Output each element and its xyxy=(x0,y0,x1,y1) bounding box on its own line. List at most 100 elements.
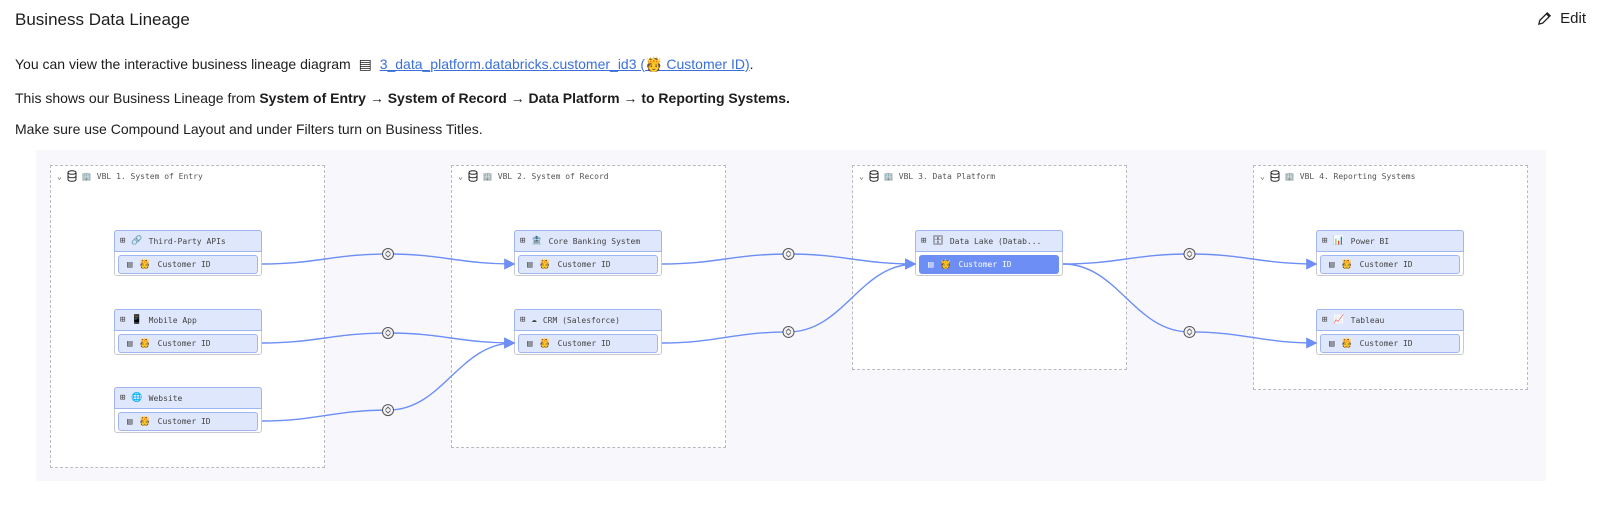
customer-id-icon: 🫅 xyxy=(645,56,663,72)
column-row[interactable]: ▤ 🫅 Customer ID xyxy=(518,334,658,353)
column-icon: ▤ xyxy=(127,416,133,427)
column-label: Customer ID xyxy=(958,260,1012,269)
column-label: Customer ID xyxy=(157,339,211,348)
column-row[interactable]: ▤ 🫅 Customer ID xyxy=(118,412,258,431)
chevron-down-icon[interactable]: ⌄ xyxy=(57,172,62,181)
intro-line-3: Make sure use Compound Layout and under … xyxy=(15,121,483,137)
column-row[interactable]: ▤ 🫅 Customer ID xyxy=(118,334,258,353)
column-label: Customer ID xyxy=(157,260,211,269)
edge-handle-icon[interactable] xyxy=(1183,325,1196,338)
system-icon: 🏦 xyxy=(531,236,543,246)
customer-id-icon: 🫅 xyxy=(940,259,952,270)
system-icon: 🌐 xyxy=(131,393,143,403)
pencil-icon xyxy=(1538,11,1552,26)
intro-text: You can view the interactive business li… xyxy=(15,56,351,72)
group-header[interactable]: ⌄ 🏢 VBL 4. Reporting Systems xyxy=(1260,170,1415,182)
node-header[interactable]: ⊞ ☁ CRM (Salesforce) xyxy=(514,309,662,331)
lineage-link-suffix: Customer ID) xyxy=(662,56,750,72)
group-header[interactable]: ⌄ 🏢 VBL 1. System of Entry xyxy=(57,170,203,182)
system-icon: 🗄 xyxy=(932,236,944,246)
group-container[interactable]: ⌄ 🏢 VBL 2. System of Record xyxy=(451,165,726,448)
building-icon: 🏢 xyxy=(1284,171,1295,181)
node-header[interactable]: ⊞ 🌐 Website xyxy=(114,387,262,409)
node-title: Power BI xyxy=(1350,236,1390,246)
group-header[interactable]: ⌄ 🏢 VBL 3. Data Platform xyxy=(859,170,995,182)
database-icon xyxy=(1270,170,1280,182)
group-label: VBL 1. System of Entry xyxy=(96,171,203,181)
column-label: Customer ID xyxy=(557,339,611,348)
node-header[interactable]: ⊞ 🏦 Core Banking System xyxy=(514,230,662,252)
table-icon: ⊞ xyxy=(120,315,126,325)
intro-text-2: This shows our Business Lineage from xyxy=(15,90,260,106)
column-icon: ▤ xyxy=(1329,338,1335,349)
node-header[interactable]: ⊞ 🗄 Data Lake (Datab... xyxy=(915,230,1063,252)
column-row[interactable]: ▤ 🫅 Customer ID xyxy=(1320,334,1460,353)
system-icon: ☁ xyxy=(531,315,537,325)
lineage-canvas[interactable]: ⌄ 🏢 VBL 1. System of Entry ⌄ 🏢 VBL 2. System … xyxy=(36,150,1546,481)
node-header[interactable]: ⊞ 📊 Power BI xyxy=(1316,230,1464,252)
customer-id-icon: 🫅 xyxy=(1341,259,1353,270)
node-title: Website xyxy=(148,393,183,403)
chevron-down-icon[interactable]: ⌄ xyxy=(1260,172,1265,181)
table-node[interactable]: ⊞ 🔗 Third-Party APIs ▤ 🫅 Customer ID xyxy=(114,230,262,276)
page-title: Business Data Lineage xyxy=(15,10,190,29)
column-label: Customer ID xyxy=(1359,339,1413,348)
column-icon: ▤ xyxy=(928,259,934,270)
column-label: Customer ID xyxy=(557,260,611,269)
lineage-path: System of Entry → System of Record → Dat… xyxy=(259,90,790,106)
column-icon: ▤ xyxy=(358,56,372,72)
column-icon: ▤ xyxy=(127,338,133,349)
group-header[interactable]: ⌄ 🏢 VBL 2. System of Record xyxy=(458,170,609,182)
chevron-down-icon[interactable]: ⌄ xyxy=(859,172,864,181)
column-row[interactable]: ▤ 🫅 Customer ID xyxy=(118,255,258,274)
edge-handle-icon[interactable] xyxy=(782,248,795,260)
table-node[interactable]: ⊞ 🌐 Website ▤ 🫅 Customer ID xyxy=(114,387,262,433)
customer-id-icon: 🫅 xyxy=(139,416,151,427)
column-icon: ▤ xyxy=(1329,259,1335,270)
column-icon: ▤ xyxy=(527,338,533,349)
node-title: Data Lake (Datab... xyxy=(949,236,1042,246)
intro-line-1: You can view the interactive business li… xyxy=(15,56,754,73)
customer-id-icon: 🫅 xyxy=(539,259,551,270)
table-node[interactable]: ⊞ 📱 Mobile App ▤ 🫅 Customer ID xyxy=(114,309,262,355)
column-row[interactable]: ▤ 🫅 Customer ID xyxy=(919,255,1059,274)
table-icon: ⊞ xyxy=(921,236,927,246)
customer-id-icon: 🫅 xyxy=(1341,338,1353,349)
column-row[interactable]: ▤ 🫅 Customer ID xyxy=(518,255,658,274)
table-node[interactable]: ⊞ 📈 Tableau ▤ 🫅 Customer ID xyxy=(1316,309,1464,355)
edge-handle-icon[interactable] xyxy=(382,327,394,339)
column-icon: ▤ xyxy=(527,259,533,270)
lineage-link[interactable]: 3_data_platform.databricks.customer_id3 … xyxy=(380,56,750,72)
node-header[interactable]: ⊞ 📈 Tableau xyxy=(1316,309,1464,331)
node-header[interactable]: ⊞ 🔗 Third-Party APIs xyxy=(114,230,262,252)
node-title: Third-Party APIs xyxy=(148,236,226,246)
table-icon: ⊞ xyxy=(120,393,126,403)
intro-line-2: This shows our Business Lineage from Sys… xyxy=(15,90,790,106)
group-label: VBL 4. Reporting Systems xyxy=(1299,171,1416,181)
lineage-link-text: 3_data_platform.databricks.customer_id3 … xyxy=(379,56,646,72)
column-label: Customer ID xyxy=(157,417,211,426)
group-label: VBL 2. System of Record xyxy=(497,171,609,181)
table-node[interactable]: ⊞ ☁ CRM (Salesforce) ▤ 🫅 Customer ID xyxy=(514,309,662,355)
edge-handle-icon[interactable] xyxy=(782,325,795,338)
building-icon: 🏢 xyxy=(81,171,92,181)
edge-handle-icon[interactable] xyxy=(382,248,394,260)
table-icon: ⊞ xyxy=(520,236,526,246)
table-node[interactable]: ⊞ 🗄 Data Lake (Datab... ▤ 🫅 Customer ID xyxy=(915,230,1063,276)
database-icon xyxy=(468,170,478,182)
table-node[interactable]: ⊞ 🏦 Core Banking System ▤ 🫅 Customer ID xyxy=(514,230,662,276)
customer-id-icon: 🫅 xyxy=(139,338,151,349)
node-title: Tableau xyxy=(1350,315,1385,325)
system-icon: 📈 xyxy=(1333,315,1345,325)
table-node[interactable]: ⊞ 📊 Power BI ▤ 🫅 Customer ID xyxy=(1316,230,1464,276)
edge-handle-icon[interactable] xyxy=(382,404,394,417)
building-icon: 🏢 xyxy=(482,171,493,181)
edit-button[interactable]: Edit xyxy=(1537,10,1586,27)
node-header[interactable]: ⊞ 📱 Mobile App xyxy=(114,309,262,331)
period: . xyxy=(749,56,754,72)
edge-handle-icon[interactable] xyxy=(1183,248,1196,260)
column-row[interactable]: ▤ 🫅 Customer ID xyxy=(1320,255,1460,274)
table-icon: ⊞ xyxy=(120,236,126,246)
chevron-down-icon[interactable]: ⌄ xyxy=(458,172,463,181)
group-container[interactable]: ⌄ 🏢 VBL 4. Reporting Systems xyxy=(1253,165,1528,390)
